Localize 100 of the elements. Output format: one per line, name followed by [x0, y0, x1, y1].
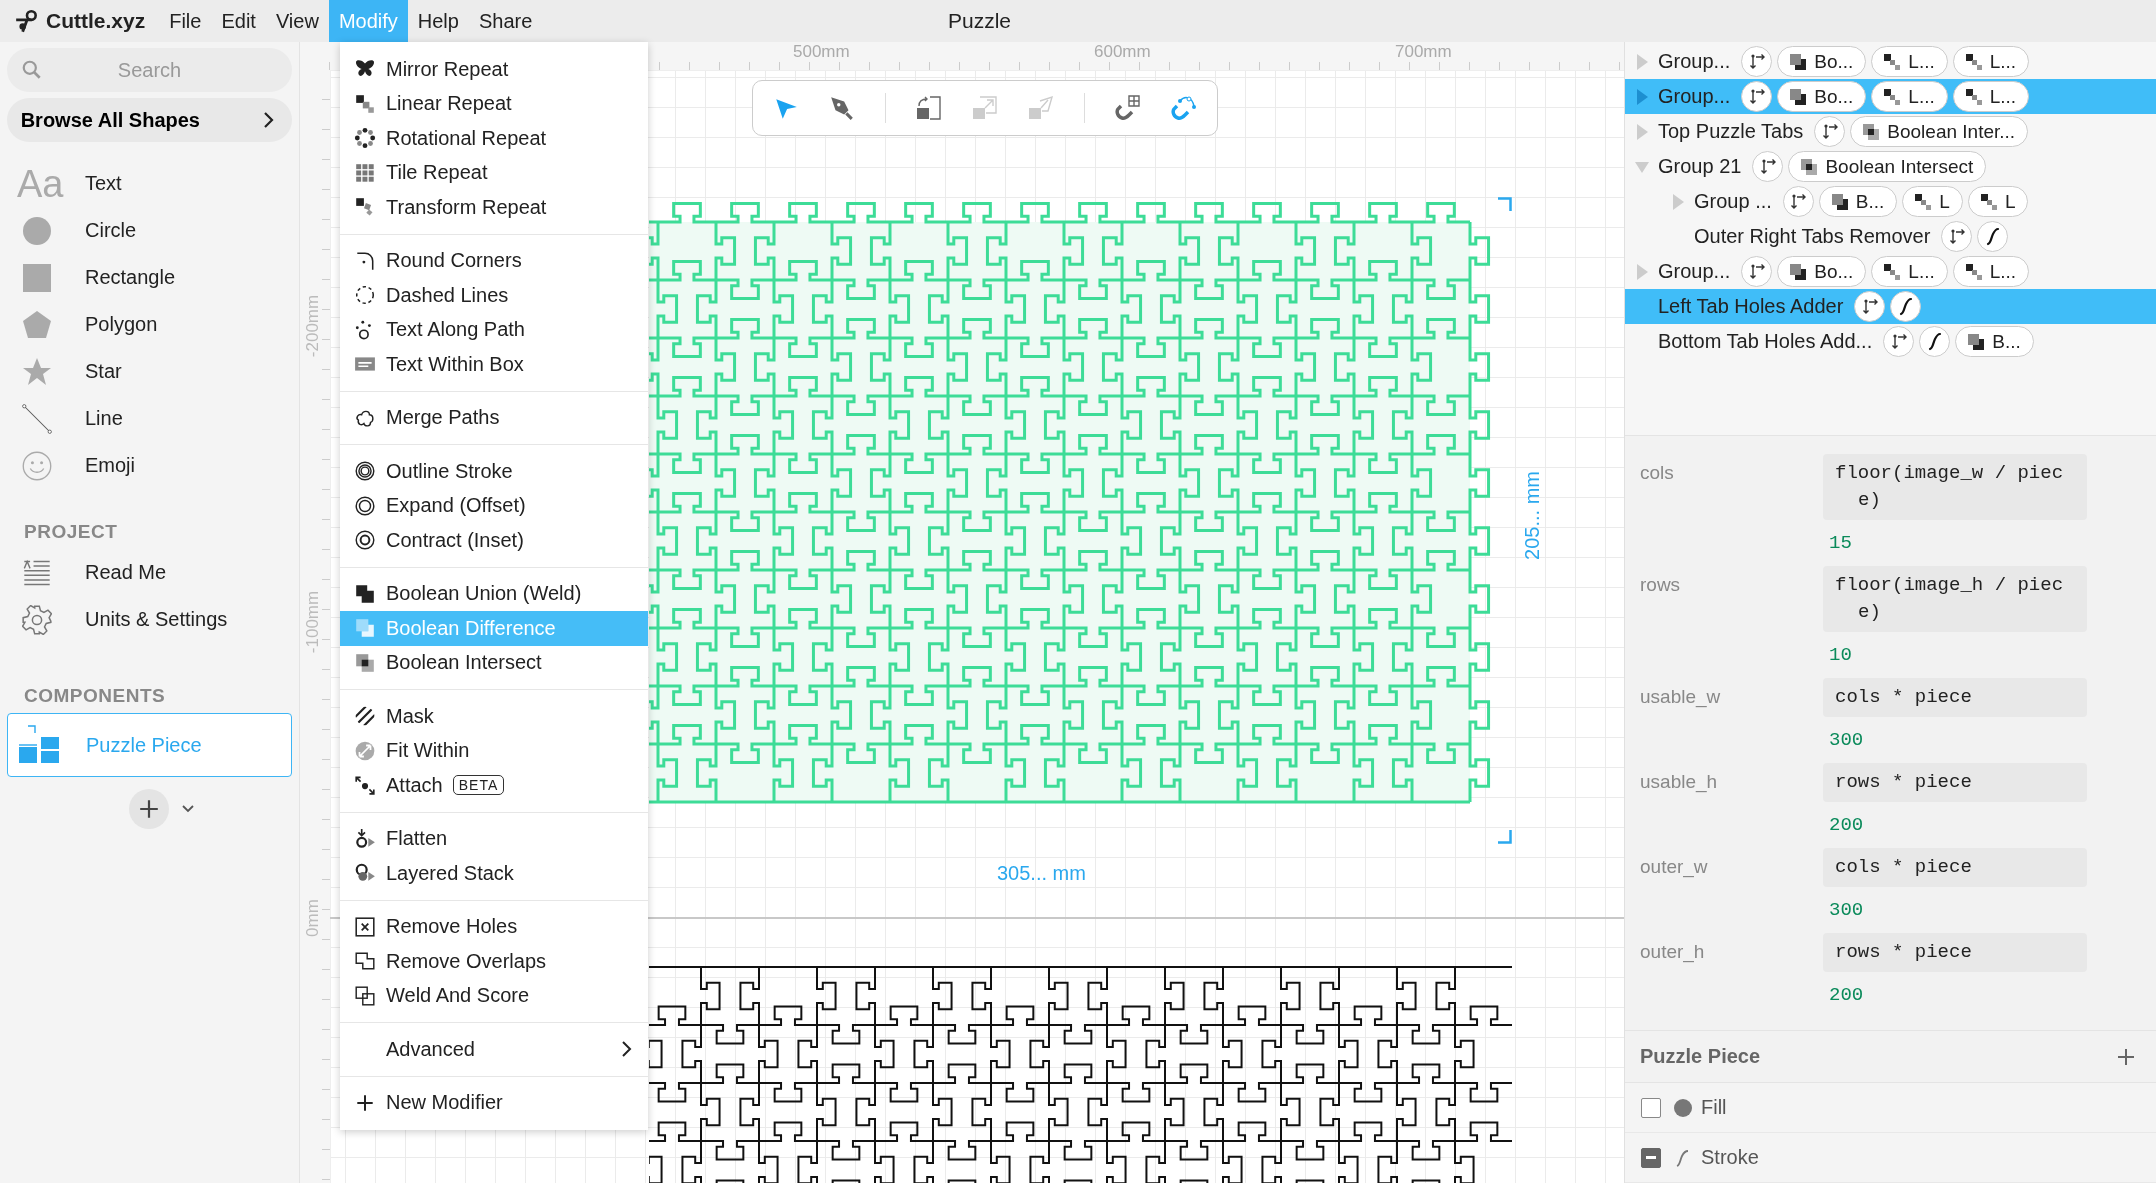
layer-row[interactable]: Group 21 Boolean Intersect — [1625, 149, 2156, 184]
menu-item[interactable]: Remove Overlaps — [340, 944, 648, 979]
expression-field[interactable]: rows * piece — [1823, 763, 2087, 803]
parameter-name: cols — [1640, 461, 1675, 486]
project-item[interactable]: Units & Settings — [7, 596, 292, 643]
layer-row[interactable]: Bottom Tab Holes Add... B... — [1625, 324, 2156, 359]
modifier-chip[interactable]: Bo... — [1777, 46, 1867, 77]
menu-item[interactable]: Attach BETA — [340, 768, 648, 803]
menu-item[interactable]: Contract (Inset) — [340, 523, 648, 558]
checkbox[interactable] — [1641, 1147, 1661, 1168]
menu-item-label: Outline Stroke — [386, 459, 513, 483]
layer-name: Outer Right Tabs Remover — [1694, 225, 1931, 248]
shape-item[interactable]: Rectangle — [7, 254, 292, 301]
modifier-chip[interactable]: L... — [1952, 81, 2030, 112]
caret-icon[interactable] — [180, 804, 195, 814]
shape-item[interactable]: Star — [7, 348, 292, 395]
modifier-chip[interactable]: Boolean Intersect — [1788, 151, 1987, 182]
menu-bar-item[interactable]: Help — [407, 0, 469, 42]
selection-corner[interactable] — [1498, 830, 1512, 844]
shape-label: Star — [85, 360, 122, 383]
search-field[interactable]: Search — [7, 48, 292, 92]
menu-item-label: Dashed Lines — [386, 283, 509, 307]
menu-item[interactable]: Layered Stack — [340, 856, 648, 891]
menu-item[interactable]: Boolean Intersect — [340, 645, 648, 680]
checkbox[interactable] — [1641, 1097, 1661, 1118]
modifier-chip[interactable] — [1919, 326, 1951, 357]
menu-item-label: Tile Repeat — [386, 161, 488, 185]
menu-item[interactable]: Fit Within — [340, 733, 648, 768]
menu-item[interactable]: Rotational Repeat — [340, 121, 648, 156]
menu-item[interactable]: Round Corners — [340, 243, 648, 278]
modifier-chip[interactable]: L... — [1952, 46, 2030, 77]
ruler-label: -200mm — [303, 293, 323, 360]
filled-circle-icon — [1673, 1097, 1693, 1118]
menu-bar-item[interactable]: Edit — [211, 0, 266, 42]
selection-corner[interactable] — [1498, 197, 1512, 211]
menu-item[interactable]: Outline Stroke — [340, 454, 648, 489]
menu-item[interactable]: New Modifier — [340, 1085, 648, 1120]
expression-field[interactable]: cols * piece — [1823, 678, 2087, 718]
plus-icon[interactable] — [2116, 1046, 2136, 1067]
rotate-box-icon[interactable] — [916, 95, 942, 121]
layer-row[interactable]: Group ... B... L L — [1625, 184, 2156, 219]
menu-item[interactable]: Expand (Offset) — [340, 488, 648, 523]
menu-item[interactable]: Linear Repeat — [340, 86, 648, 121]
menu-item[interactable]: Flatten — [340, 821, 648, 856]
layer-row[interactable]: Left Tab Holes Adder — [1625, 289, 2156, 324]
menu-item[interactable]: Merge Paths — [340, 400, 648, 435]
modifier-chip[interactable]: L... — [1871, 256, 1948, 287]
menu-item-label: Text Along Path — [386, 318, 525, 342]
menu-item[interactable]: Text Within Box — [340, 347, 648, 382]
shape-item[interactable]: Circle — [7, 207, 292, 254]
menu-item-label: Contract (Inset) — [386, 528, 524, 552]
modifier-chip[interactable] — [1890, 291, 1922, 322]
expression-field[interactable]: rows * piece — [1823, 933, 2087, 973]
modifier-chip[interactable]: L... — [1952, 256, 2030, 287]
menu-item[interactable]: Dashed Lines — [340, 278, 648, 313]
shape-item[interactable]: Line — [7, 395, 292, 442]
layer-row[interactable]: Outer Right Tabs Remover — [1625, 219, 2156, 254]
modifier-chip[interactable]: L — [1902, 186, 1963, 217]
layer-row[interactable]: Group... Bo... L... L... — [1625, 44, 2156, 79]
shape-item[interactable]: Emoji — [7, 442, 292, 489]
add-component-button[interactable] — [128, 789, 169, 829]
menu-item[interactable]: Advanced — [340, 1032, 648, 1067]
menu-item[interactable]: Text Along Path — [340, 312, 648, 347]
menu-item[interactable]: Boolean Union (Weld) — [340, 576, 648, 611]
layer-name: Group... — [1658, 85, 1731, 108]
modifier-chip[interactable]: Bo... — [1777, 81, 1867, 112]
shape-label: Circle — [85, 219, 137, 242]
modifier-chip[interactable] — [1977, 221, 2009, 252]
modifier-chip[interactable]: Boolean Inter... — [1850, 116, 2029, 147]
modifier-chip[interactable]: L... — [1871, 81, 1948, 112]
menu-item[interactable]: Mirror Repeat — [340, 52, 648, 87]
menu-item[interactable]: Mask — [340, 699, 648, 734]
layer-row[interactable]: Group... Bo... L... L... — [1625, 254, 2156, 289]
modifier-chip[interactable]: B... — [1818, 186, 1898, 217]
pen-nib-icon[interactable] — [829, 95, 855, 121]
stepped-squares-icon — [1963, 86, 1984, 107]
expression-field[interactable]: floor(image_w / piece) — [1823, 454, 2087, 521]
menu-item[interactable]: Remove Holes — [340, 909, 648, 944]
expression-field[interactable]: floor(image_h / piece) — [1823, 566, 2087, 633]
menu-item[interactable]: Transform Repeat — [340, 190, 648, 225]
modifier-chip[interactable]: Bo... — [1777, 256, 1867, 287]
menu-item[interactable]: Tile Repeat — [340, 155, 648, 190]
expression-field[interactable]: cols * piece — [1823, 848, 2087, 888]
shape-item[interactable]: Aa Text — [7, 160, 292, 207]
magnet-grid-icon[interactable] — [1115, 95, 1141, 121]
project-item[interactable]: Read Me — [7, 549, 292, 596]
browse-shapes-button[interactable]: Browse All Shapes — [7, 98, 292, 142]
magnet-curve-icon[interactable] — [1171, 95, 1197, 121]
menu-bar-item[interactable]: View — [265, 0, 329, 42]
menu-bar-item[interactable]: Share — [468, 0, 543, 42]
layer-row[interactable]: Top Puzzle Tabs Boolean Inter... — [1625, 114, 2156, 149]
menu-item[interactable]: Weld And Score — [340, 978, 648, 1013]
menu-bar-item[interactable]: File — [159, 0, 212, 42]
modifier-chip[interactable]: L... — [1871, 46, 1948, 77]
menu-item-label: Linear Repeat — [386, 92, 512, 116]
shape-item[interactable]: Polygon — [7, 301, 292, 348]
modifier-chip[interactable]: B... — [1955, 326, 2034, 357]
layer-row[interactable]: Group... Bo... L... L... — [1625, 79, 2156, 114]
modifier-chip[interactable]: L — [1967, 186, 2029, 217]
layer-name: Top Puzzle Tabs — [1658, 120, 1804, 143]
